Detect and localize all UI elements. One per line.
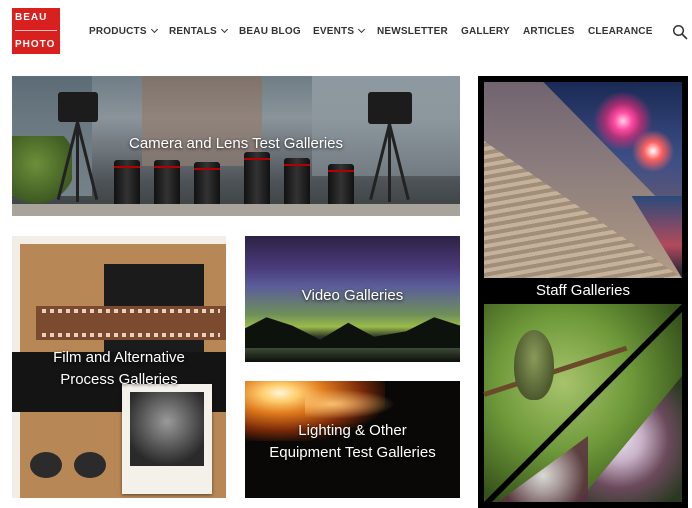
loupe	[30, 452, 112, 484]
nav-articles[interactable]: ARTICLES	[523, 26, 575, 37]
lens	[284, 158, 310, 204]
film-alternative-gallery-tile[interactable]: Film and Alternative Process Galleries	[12, 236, 226, 498]
background-building	[312, 76, 460, 176]
nav-events-label: EVENTS	[313, 26, 355, 37]
beau-photo-logo[interactable]: BEAU PHOTO	[12, 8, 60, 54]
nav-events[interactable]: EVENTS	[313, 25, 366, 37]
nav-beau-blog-label: BEAU BLOG	[239, 26, 301, 37]
film-strip	[36, 306, 226, 340]
lighting-gallery-label-line2: Equipment Test Galleries	[269, 444, 436, 461]
video-gallery-tile[interactable]: Video Galleries	[245, 236, 460, 362]
logo-text-top: BEAU	[15, 12, 48, 23]
lighting-gallery-label-line1: Lighting & Other	[298, 422, 407, 439]
sparks	[305, 389, 395, 419]
lens	[114, 160, 140, 204]
film-gallery-label-line1: Film and Alternative	[53, 349, 185, 366]
firework	[628, 126, 678, 176]
nav-products-label: PRODUCTS	[89, 26, 147, 37]
lens	[328, 164, 354, 204]
print-photo	[122, 384, 212, 494]
hummingbird	[514, 330, 554, 400]
camera-lens-gallery-label: Camera and Lens Test Galleries	[129, 135, 343, 152]
nav-articles-label: ARTICLES	[523, 26, 575, 37]
camera-body	[368, 92, 412, 124]
lake	[245, 348, 460, 362]
ledge	[12, 204, 460, 216]
lens	[194, 162, 220, 204]
chevron-down-icon	[220, 25, 228, 34]
lens	[244, 152, 270, 204]
nav-products[interactable]: PRODUCTS	[89, 25, 158, 37]
nav-beau-blog[interactable]: BEAU BLOG	[239, 26, 301, 37]
nav-clearance[interactable]: CLEARANCE	[588, 26, 653, 37]
search-button[interactable]	[672, 24, 688, 40]
staff-gallery-label: Staff Galleries	[536, 282, 630, 299]
video-gallery-label: Video Galleries	[301, 287, 404, 304]
camera-lens-gallery-tile[interactable]: Camera and Lens Test Galleries	[12, 76, 460, 216]
nav-newsletter-label: NEWSLETTER	[377, 26, 448, 37]
chevron-down-icon	[150, 25, 158, 34]
camera-body	[58, 92, 98, 122]
nav-rentals[interactable]: RENTALS	[169, 25, 228, 37]
nav-rentals-label: RENTALS	[169, 26, 217, 37]
search-icon	[672, 24, 688, 40]
staff-gallery-tile[interactable]: Staff Galleries	[478, 76, 688, 508]
lighting-equipment-gallery-tile[interactable]: Lighting & Other Equipment Test Gallerie…	[245, 381, 460, 498]
logo-divider	[15, 30, 57, 31]
nav-gallery-label: GALLERY	[461, 26, 510, 37]
film-gallery-label-line2: Process Galleries	[60, 371, 178, 388]
nav-newsletter[interactable]: NEWSLETTER	[377, 26, 448, 37]
logo-text-bottom: PHOTO	[15, 39, 56, 50]
nav-gallery[interactable]: GALLERY	[461, 26, 510, 37]
chevron-down-icon	[358, 25, 366, 34]
nav-clearance-label: CLEARANCE	[588, 26, 653, 37]
lens	[154, 160, 180, 204]
